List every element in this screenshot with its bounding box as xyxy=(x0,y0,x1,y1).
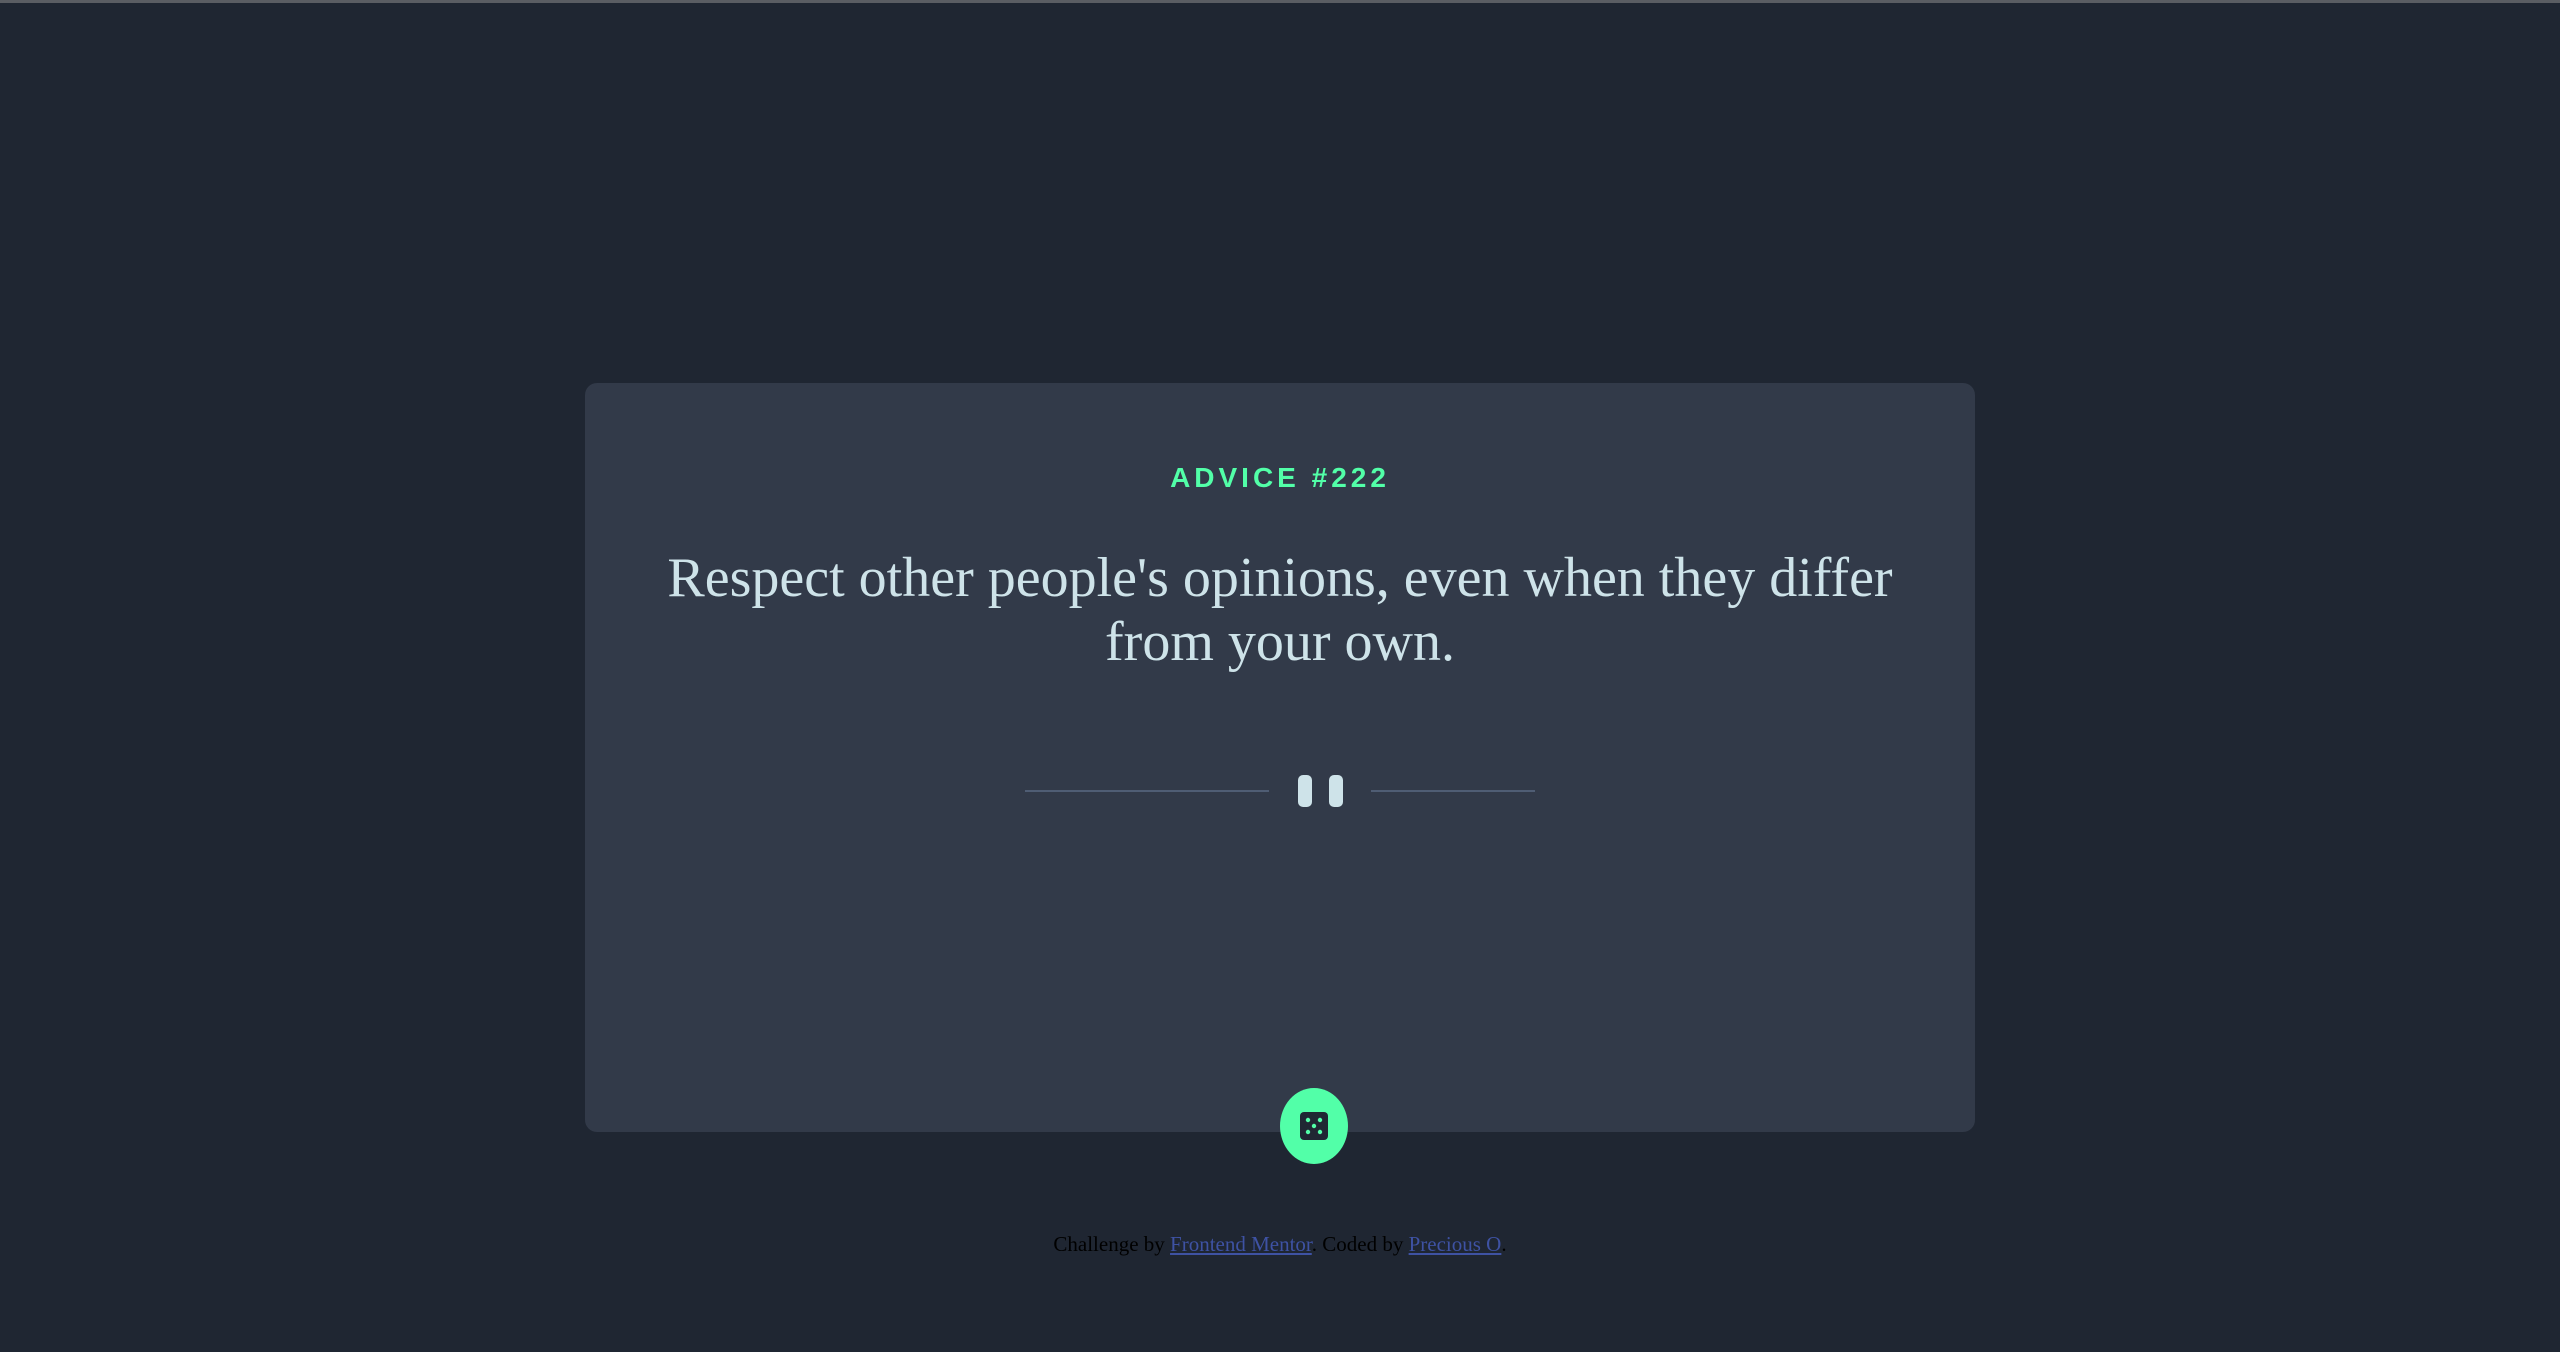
attribution-challenge-prefix: Challenge by xyxy=(1053,1232,1165,1256)
attribution-suffix: . xyxy=(1501,1232,1507,1256)
new-advice-button[interactable] xyxy=(1280,1088,1348,1164)
divider-line-left xyxy=(1025,790,1269,792)
advice-quote: Respect other people's opinions, even wh… xyxy=(667,547,1893,673)
frontend-mentor-link[interactable]: Frontend Mentor xyxy=(1170,1232,1312,1256)
advice-card xyxy=(585,383,1975,1132)
attribution: Challenge by Frontend Mentor. Coded by P… xyxy=(0,1232,2560,1257)
browser-top-border xyxy=(0,0,2560,3)
divider-line-right xyxy=(1371,790,1535,792)
advice-number: ADVICE #222 xyxy=(1170,462,1390,493)
dice-icon xyxy=(1300,1112,1328,1140)
pause-icon xyxy=(1298,775,1343,807)
pause-bar-right xyxy=(1329,775,1343,807)
pause-bar-left xyxy=(1298,775,1312,807)
attribution-coded-prefix: . Coded by xyxy=(1311,1232,1404,1256)
author-link[interactable]: Precious O xyxy=(1409,1232,1502,1256)
